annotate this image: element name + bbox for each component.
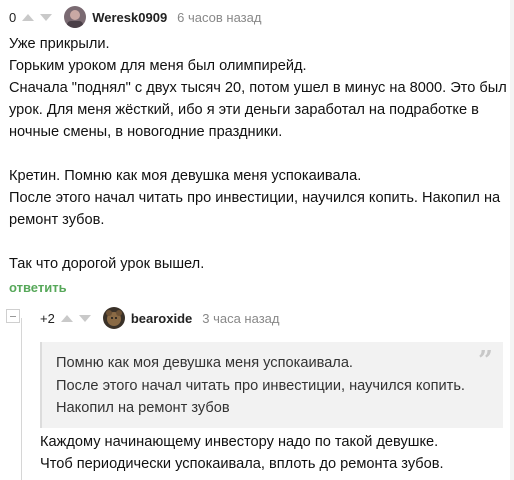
comment-2-rating: +2 (40, 310, 55, 326)
scrollbar[interactable] (510, 0, 514, 480)
avatar[interactable] (102, 307, 125, 329)
text-line: ночные смены, в новогодние праздники. (9, 124, 283, 140)
quote-block: Помню как моя девушка меня успокаивала. … (40, 342, 503, 428)
upvote-icon[interactable] (59, 311, 75, 325)
text-line (9, 143, 507, 165)
reply-link[interactable]: ответить (9, 280, 67, 295)
downvote-icon[interactable] (77, 311, 93, 325)
text-line: Сначала "поднял" с двух тысяч 20, потом … (9, 80, 507, 96)
quote-text: Помню как моя девушка меня успокаивала. … (56, 352, 465, 420)
comment-2-header: +2 bearoxide 3 часа назад (40, 307, 279, 329)
text-line: Кретин. Помню как моя девушка меня успок… (9, 168, 362, 184)
comment-1-rating: 0 (9, 9, 17, 25)
comment-2-time[interactable]: 3 часа назад (202, 311, 279, 326)
comment-1-username[interactable]: Weresk0909 (92, 10, 167, 25)
text-line: Каждому начинающему инвестору надо по та… (40, 434, 439, 450)
text-line: урок. Для меня жёсткий, ибо я эти деньги… (9, 102, 479, 118)
comment-2-username[interactable]: bearoxide (131, 311, 192, 326)
comment-1-text: Уже прикрыли. Горьким уроком для меня бы… (9, 33, 507, 275)
text-line: ремонт зубов. (9, 212, 105, 228)
comment-1-time[interactable]: 6 часов назад (177, 10, 261, 25)
text-line: Уже прикрыли. (9, 36, 110, 52)
quote-icon: ” (478, 346, 493, 376)
thread-line[interactable] (21, 318, 22, 480)
upvote-icon[interactable] (20, 10, 36, 24)
avatar[interactable] (64, 6, 87, 28)
collapse-icon[interactable] (6, 309, 20, 323)
text-line: Горьким уроком для меня был олимпирейд. (9, 58, 307, 74)
text-line: Чтоб периодически успокаивала, вплоть до… (40, 456, 444, 472)
text-line (9, 231, 507, 253)
comment-1-header: 0 Weresk0909 6 часов назад (9, 6, 261, 28)
text-line: После этого начал читать про инвестиции,… (9, 190, 501, 206)
quote-line: Помню как моя девушка меня успокаивала. (56, 355, 353, 371)
downvote-icon[interactable] (38, 10, 54, 24)
comment-2-text: Каждому начинающему инвестору надо по та… (40, 431, 444, 475)
text-line: Так что дорогой урок вышел. (9, 256, 205, 272)
quote-line: Накопил на ремонт зубов (56, 400, 230, 416)
quote-line: После этого начал читать про инвестиции,… (56, 377, 465, 394)
